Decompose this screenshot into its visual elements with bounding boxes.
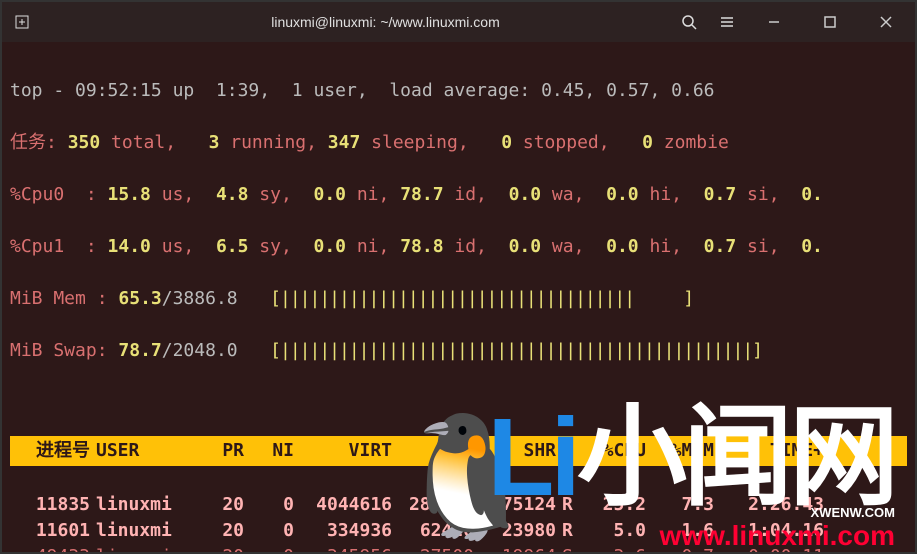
cpu1-line: %Cpu1 : 14.0 us, 6.5 sy, 0.0 ni, 78.8 id…	[10, 234, 907, 260]
window-titlebar: linuxmi@linuxmi: ~/www.linuxmi.com	[2, 2, 915, 42]
terminal-output[interactable]: top - 09:52:15 up 1:39, 1 user, load ave…	[2, 42, 915, 552]
col-shr: SHR	[474, 438, 556, 464]
col-cpu: %CPU	[578, 438, 646, 464]
col-res: RES	[392, 438, 474, 464]
window-title: linuxmi@linuxmi: ~/www.linuxmi.com	[92, 14, 679, 30]
col-user: USER	[96, 438, 182, 464]
search-icon[interactable]	[679, 12, 699, 32]
top-summary-line: top - 09:52:15 up 1:39, 1 user, load ave…	[10, 78, 907, 104]
process-row: 11601linuxmi2003349366242023980R5.01.61:…	[10, 518, 907, 544]
minimize-button[interactable]	[755, 7, 793, 37]
col-pid: 进程号	[10, 438, 96, 464]
col-ni: NI	[244, 438, 294, 464]
new-tab-button[interactable]	[12, 12, 32, 32]
cpu0-line: %Cpu0 : 15.8 us, 4.8 sy, 0.0 ni, 78.7 id…	[10, 182, 907, 208]
close-button[interactable]	[867, 7, 905, 37]
col-pr: PR	[182, 438, 244, 464]
maximize-button[interactable]	[811, 7, 849, 37]
process-row: 49433linuxmi2003459562750019964S3.60.70:…	[10, 544, 907, 552]
swap-line: MiB Swap: 78.7/2048.0 [|||||||||||||||||…	[10, 338, 907, 364]
tasks-line: 任务: 350 total, 3 running, 347 sleeping, …	[10, 130, 907, 156]
process-row: 11835linuxmi200404461628998875124R25.27.…	[10, 492, 907, 518]
col-virt: VIRT	[294, 438, 392, 464]
mem-line: MiB Mem : 65.3/3886.8 [|||||||||||||||||…	[10, 286, 907, 312]
col-time: TIME+	[714, 438, 824, 464]
process-header-row: 进程号 USER PR NI VIRT RES SHR %CPU %MEM TI…	[10, 436, 907, 466]
menu-icon[interactable]	[717, 12, 737, 32]
col-mem: %MEM	[646, 438, 714, 464]
